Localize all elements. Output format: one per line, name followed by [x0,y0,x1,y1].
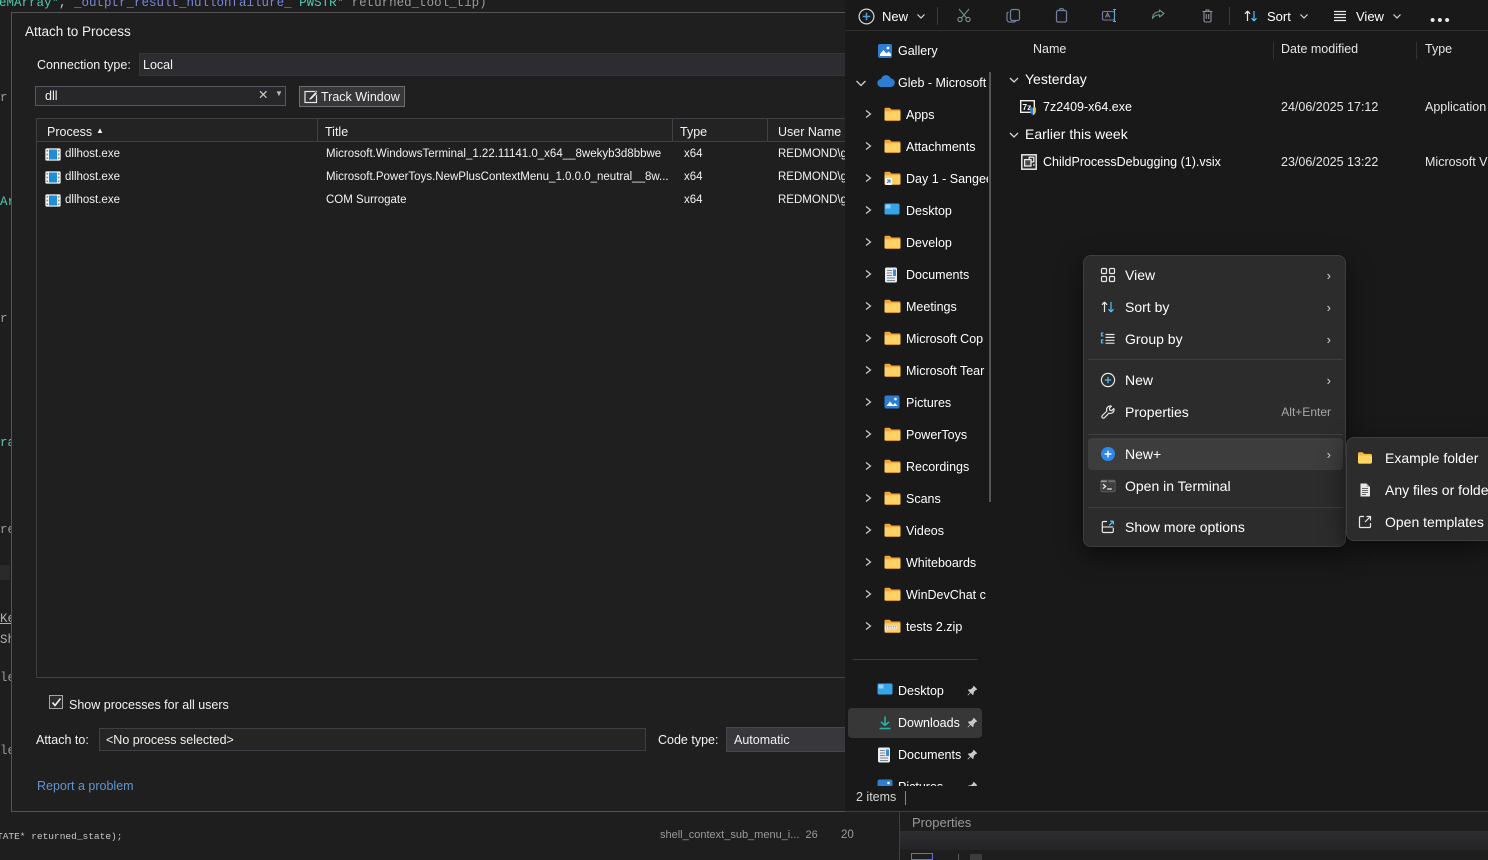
svg-text:7z: 7z [1022,102,1031,112]
